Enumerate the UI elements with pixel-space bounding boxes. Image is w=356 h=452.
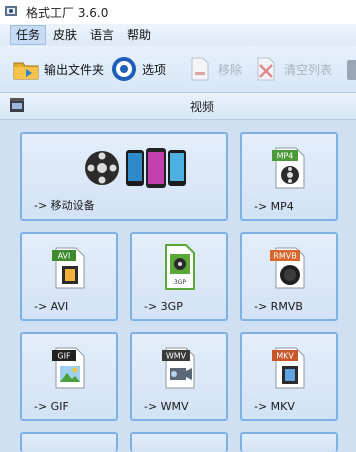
tile-label: -> MP4 [254, 200, 294, 213]
tile-next-row-2[interactable] [130, 432, 228, 452]
menu-item-language[interactable]: 语言 [85, 26, 119, 44]
mp4-badge-text: MP4 [277, 152, 294, 161]
menu-item-help[interactable]: 帮助 [122, 26, 156, 44]
rmvb-badge-text: RMVB [273, 252, 296, 261]
remove-label: 移除 [218, 62, 243, 77]
tile-mp4[interactable]: MP4 -> MP4 [240, 132, 338, 221]
clear-list-label: 清空列表 [284, 62, 333, 77]
tile-wmv[interactable]: WMV -> WMV [130, 332, 228, 421]
app-logo-icon [5, 6, 17, 16]
output-folder-button[interactable]: 输出文件夹 [12, 54, 104, 84]
tile-label: -> 移动设备 [34, 199, 95, 212]
mp4-file-icon: MP4 [272, 147, 305, 189]
menu-bar: 任务 皮肤 语言 帮助 [0, 24, 356, 46]
tile-label: -> MKV [254, 400, 295, 413]
wmv-badge-text: WMV [166, 352, 187, 361]
mobile-devices-icon [85, 148, 186, 188]
video-section-header[interactable]: 视频 [0, 93, 356, 120]
tile-gif[interactable]: GIF -> GIF [20, 332, 118, 421]
tile-mobile-devices[interactable]: -> 移动设备 [20, 132, 228, 221]
gear-icon [112, 57, 136, 81]
menu-item-skin[interactable]: 皮肤 [48, 26, 82, 44]
tile-avi[interactable]: AVI -> AVI [20, 232, 118, 321]
tile-rmvb[interactable]: RMVB -> RMVB [240, 232, 338, 321]
tile-3gp[interactable]: 3GP -> 3GP [130, 232, 228, 321]
avi-file-icon: AVI [52, 247, 85, 289]
format-grid: -> 移动设备 MP4 -> MP4 AVI -> AVI 3GP -> 3GP… [0, 120, 356, 452]
options-label: 选项 [142, 62, 167, 77]
mkv-file-icon: MKV [272, 347, 305, 389]
wmv-file-icon: WMV [162, 347, 195, 389]
clear-list-icon [257, 57, 275, 81]
toolbar: 输出文件夹 选项 移除 清空列表 [0, 46, 356, 93]
window-title: 格式工厂 3.6.0 [26, 6, 109, 20]
tile-next-row-3[interactable] [240, 432, 338, 452]
overflow-tool-icon[interactable] [345, 58, 356, 82]
output-folder-label: 输出文件夹 [44, 62, 105, 77]
remove-document-icon [191, 57, 209, 81]
title-bar: 格式工厂 3.6.0 [0, 0, 356, 24]
tile-label: -> GIF [34, 400, 69, 413]
options-button[interactable]: 选项 [110, 54, 166, 84]
tile-label: -> 3GP [144, 300, 183, 313]
rmvb-file-icon: RMVB [270, 247, 305, 289]
tile-label: -> RMVB [254, 300, 303, 313]
gif-file-icon: GIF [52, 347, 85, 389]
tile-next-row-1[interactable] [20, 432, 118, 452]
3gp-file-icon: 3GP [165, 244, 195, 290]
mkv-badge-text: MKV [276, 352, 294, 361]
tile-mkv[interactable]: MKV -> MKV [240, 332, 338, 421]
gif-badge-text: GIF [57, 352, 71, 361]
3gp-badge-text: 3GP [174, 279, 186, 286]
section-label: 视频 [190, 100, 215, 114]
tile-label: -> WMV [144, 400, 189, 413]
remove-button[interactable]: 移除 [186, 54, 242, 84]
folder-icon [13, 62, 39, 80]
clear-list-button[interactable]: 清空列表 [252, 54, 332, 84]
tile-label: -> AVI [34, 300, 69, 313]
film-icon [10, 98, 24, 112]
avi-badge-text: AVI [58, 252, 71, 261]
menu-item-task[interactable]: 任务 [10, 25, 47, 45]
